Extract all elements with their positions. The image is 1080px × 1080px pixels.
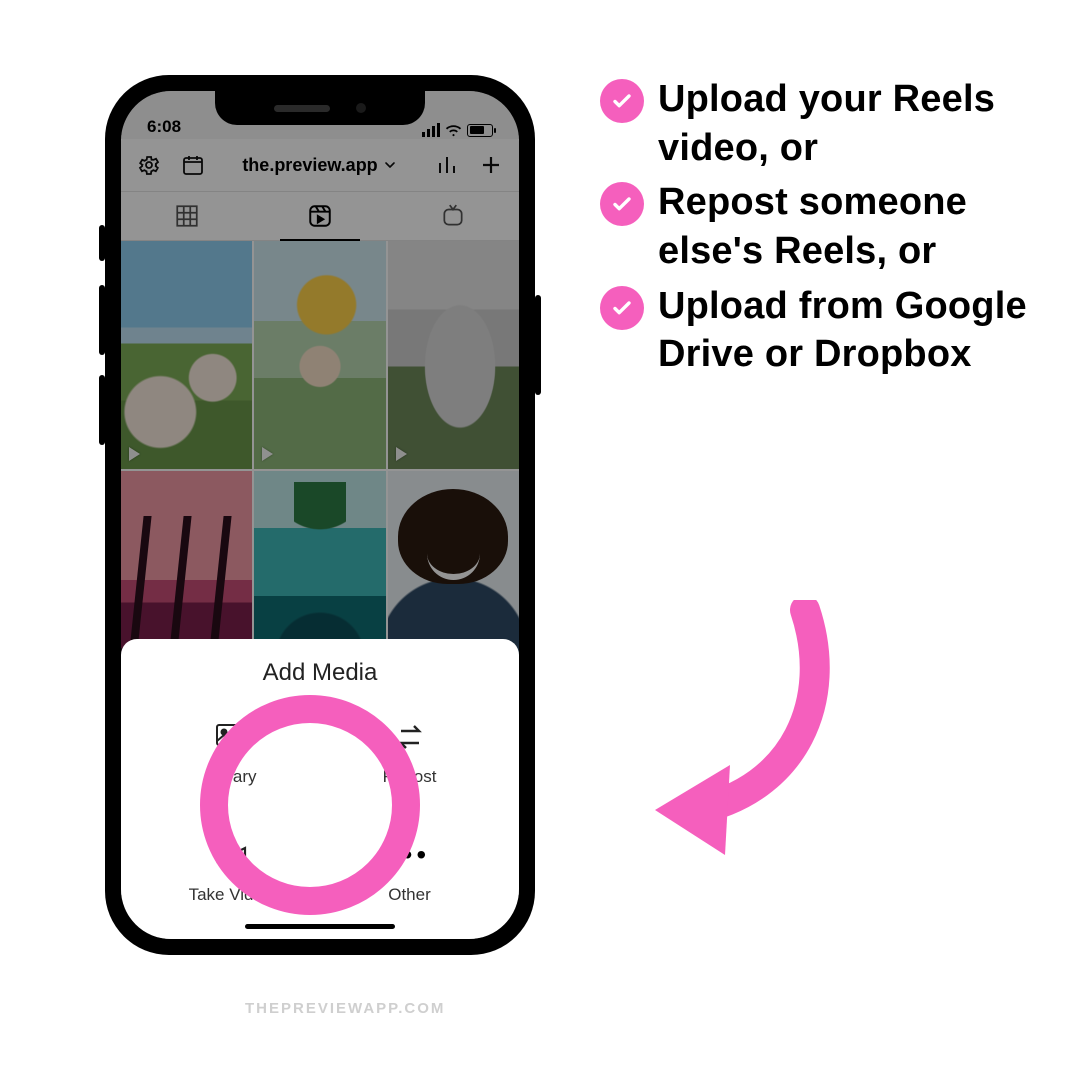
checklist-item: Upload your Reels video, or (600, 75, 1030, 172)
phone-notch (215, 91, 425, 125)
play-icon (262, 447, 273, 461)
play-icon (129, 447, 140, 461)
media-thumbnail[interactable] (388, 241, 519, 469)
sheet-option-repost[interactable]: Repost (320, 717, 499, 787)
chevron-down-icon (382, 157, 398, 173)
home-indicator (245, 924, 395, 929)
check-badge-icon (600, 286, 644, 330)
phone-side-button (535, 295, 541, 395)
repost-icon (390, 717, 430, 757)
phone-side-button (99, 225, 105, 261)
check-badge-icon (600, 182, 644, 226)
checklist-item: Upload from Google Drive or Dropbox (600, 282, 1030, 379)
sheet-option-other[interactable]: ••• Other (320, 835, 499, 905)
sheet-option-label: Repost (383, 767, 437, 787)
gear-icon[interactable] (137, 153, 161, 177)
app-header: the.preview.app (121, 139, 519, 191)
content-tabs (121, 191, 519, 241)
library-icon (211, 717, 251, 757)
phone-side-button (99, 375, 105, 445)
phone-screen: 6:08 the.preview.app (121, 91, 519, 939)
sheet-option-label: Take Video (189, 885, 273, 905)
signal-icon (422, 123, 440, 137)
checklist-text: Upload your Reels video, or (658, 75, 1030, 172)
tab-igtv[interactable] (386, 192, 519, 240)
wifi-icon (445, 124, 462, 137)
checklist-text: Repost someone else's Reels, or (658, 178, 1030, 275)
sheet-option-library[interactable]: Library (141, 717, 320, 787)
watermark: THEPREVIEWAPP.COM (245, 1000, 445, 1017)
status-time: 6:08 (147, 117, 181, 137)
plus-icon[interactable] (479, 153, 503, 177)
add-media-sheet: Add Media Library Repost (121, 639, 519, 939)
more-icon: ••• (390, 835, 430, 875)
instruction-checklist: Upload your Reels video, or Repost someo… (600, 75, 1030, 385)
sheet-option-label: Other (388, 885, 431, 905)
checklist-text: Upload from Google Drive or Dropbox (658, 282, 1030, 379)
calendar-icon[interactable] (181, 153, 205, 177)
sheet-option-take-video[interactable]: Take Video (141, 835, 320, 905)
play-icon (396, 447, 407, 461)
sheet-title: Add Media (121, 659, 519, 687)
media-grid (121, 241, 519, 698)
media-thumbnail[interactable] (254, 241, 385, 469)
video-icon (211, 835, 251, 875)
battery-icon (467, 124, 493, 137)
sheet-option-label: Library (205, 767, 257, 787)
account-switcher[interactable]: the.preview.app (242, 155, 397, 176)
checklist-item: Repost someone else's Reels, or (600, 178, 1030, 275)
tab-reels[interactable] (254, 192, 387, 240)
phone-side-button (99, 285, 105, 355)
tab-grid[interactable] (121, 192, 254, 240)
chart-icon[interactable] (435, 153, 459, 177)
check-badge-icon (600, 79, 644, 123)
pointer-arrow (635, 600, 855, 860)
phone-frame: 6:08 the.preview.app (105, 75, 535, 955)
media-thumbnail[interactable] (121, 241, 252, 469)
account-name: the.preview.app (242, 155, 377, 176)
